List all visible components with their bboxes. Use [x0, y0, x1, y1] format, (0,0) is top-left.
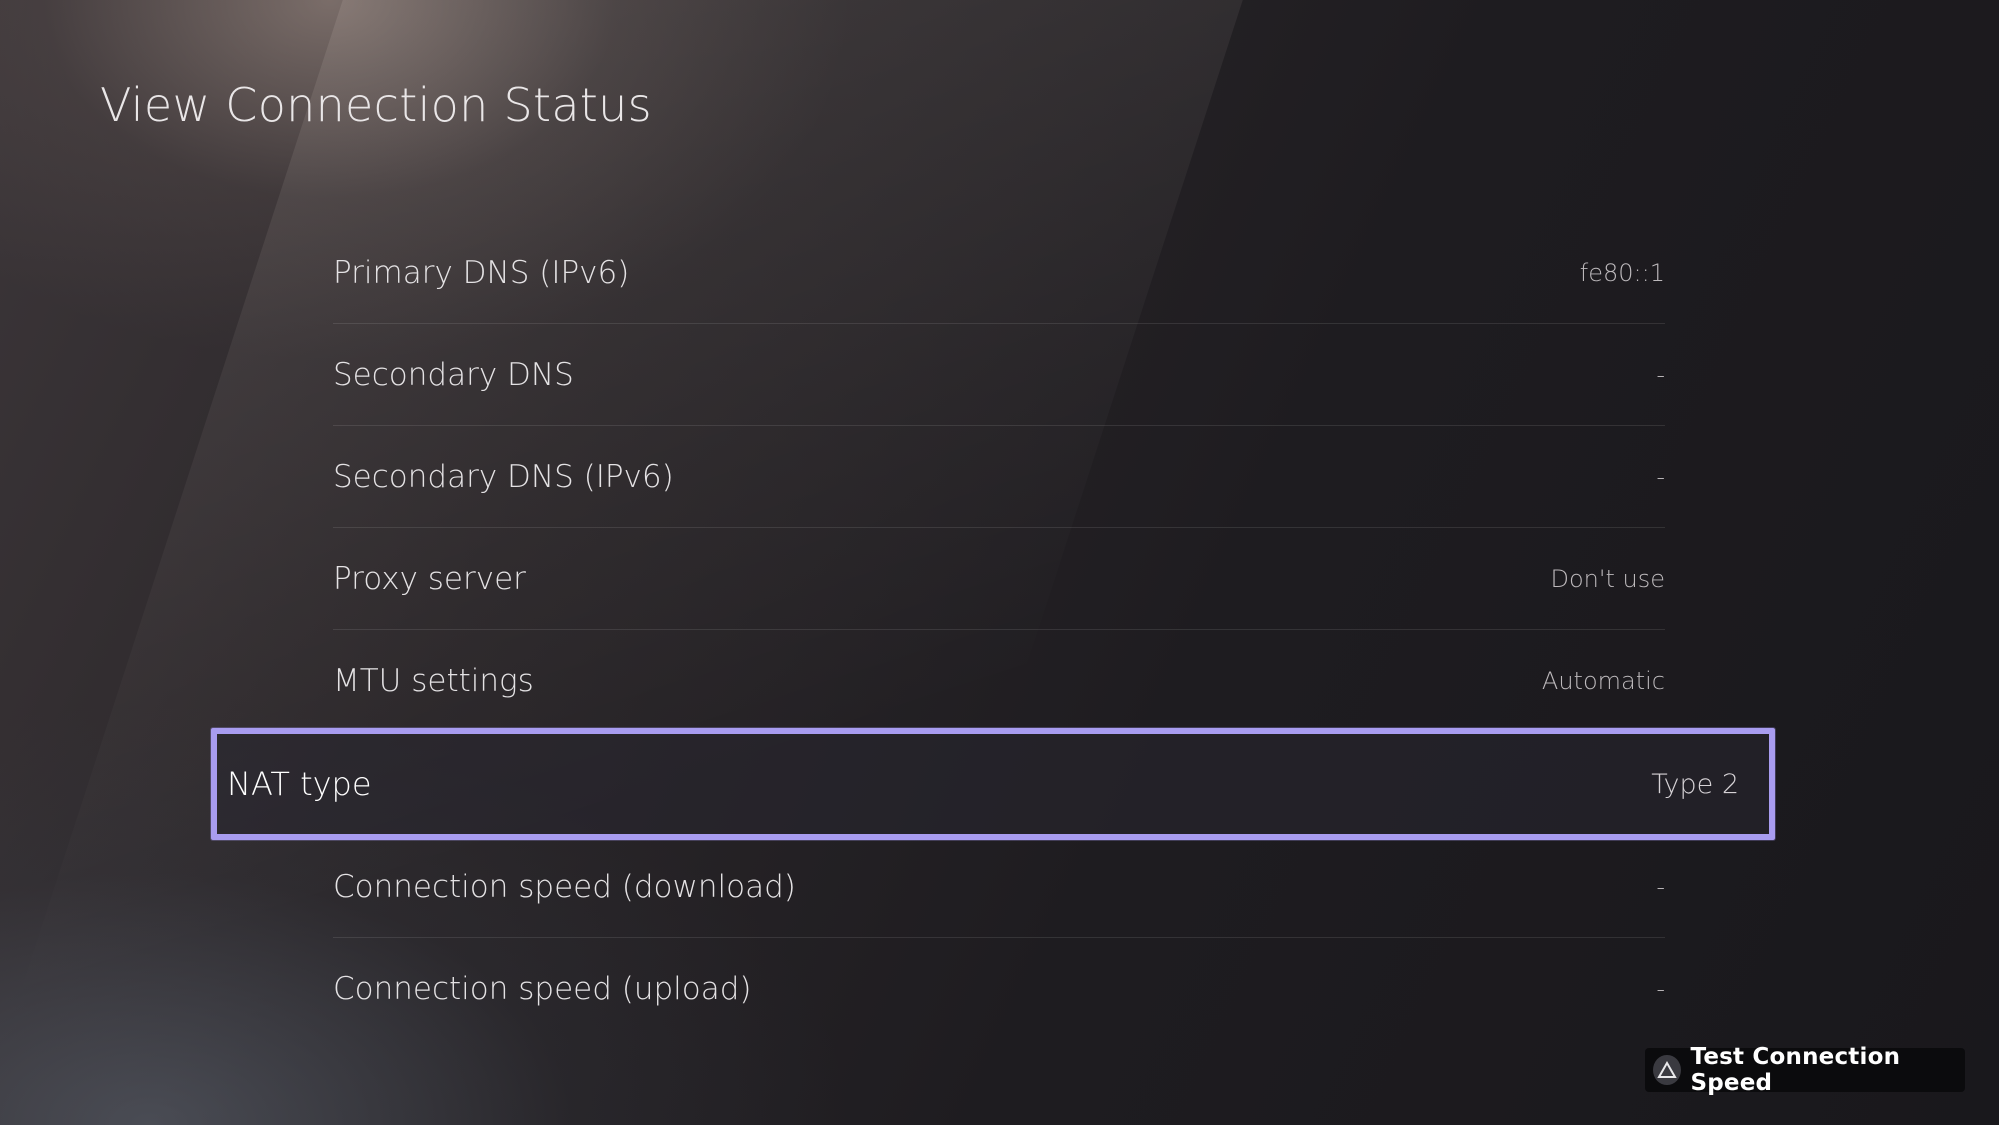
connection-status-screen: View Connection Status Primary DNS (IPv6…: [0, 0, 1999, 1125]
row-connection-speed-download[interactable]: Connection speed (download) -: [333, 836, 1665, 938]
row-label: Proxy server: [333, 560, 526, 597]
row-value: -: [1656, 975, 1665, 1003]
row-value: Automatic: [1541, 666, 1665, 695]
row-value: -: [1656, 462, 1665, 491]
row-mtu-settings[interactable]: MTU settings Automatic: [333, 630, 1665, 732]
connection-status-list: Primary DNS (IPv6) fe80::1 Secondary DNS…: [211, 222, 1775, 1040]
triangle-button-icon: [1653, 1055, 1681, 1085]
row-label: Primary DNS (IPv6): [333, 254, 630, 291]
row-label: Connection speed (download): [333, 868, 796, 905]
row-secondary-dns-ipv6[interactable]: Secondary DNS (IPv6) -: [333, 426, 1665, 528]
row-secondary-dns[interactable]: Secondary DNS -: [333, 324, 1665, 426]
row-nat-type-selected[interactable]: NAT type Type 2: [211, 728, 1775, 840]
row-connection-speed-upload[interactable]: Connection speed (upload) -: [333, 938, 1665, 1040]
row-primary-dns-ipv6[interactable]: Primary DNS (IPv6) fe80::1: [333, 222, 1665, 324]
row-value: -: [1656, 872, 1665, 901]
row-proxy-server[interactable]: Proxy server Don't use: [333, 528, 1665, 630]
row-label: Secondary DNS (IPv6): [333, 458, 674, 495]
test-connection-speed-label: Test Connection Speed: [1690, 1044, 1901, 1096]
page-title: View Connection Status: [100, 78, 652, 132]
row-value: -: [1656, 360, 1665, 389]
row-label: MTU settings: [333, 662, 534, 699]
row-label: NAT type: [227, 765, 372, 803]
row-value: Don't use: [1550, 564, 1666, 593]
row-label: Connection speed (upload): [333, 971, 752, 1007]
row-value: fe80::1: [1579, 258, 1665, 287]
row-value: Type 2: [1651, 768, 1739, 800]
test-connection-speed-button[interactable]: Test Connection Speed: [1645, 1044, 1965, 1096]
row-label: Secondary DNS: [333, 356, 574, 393]
